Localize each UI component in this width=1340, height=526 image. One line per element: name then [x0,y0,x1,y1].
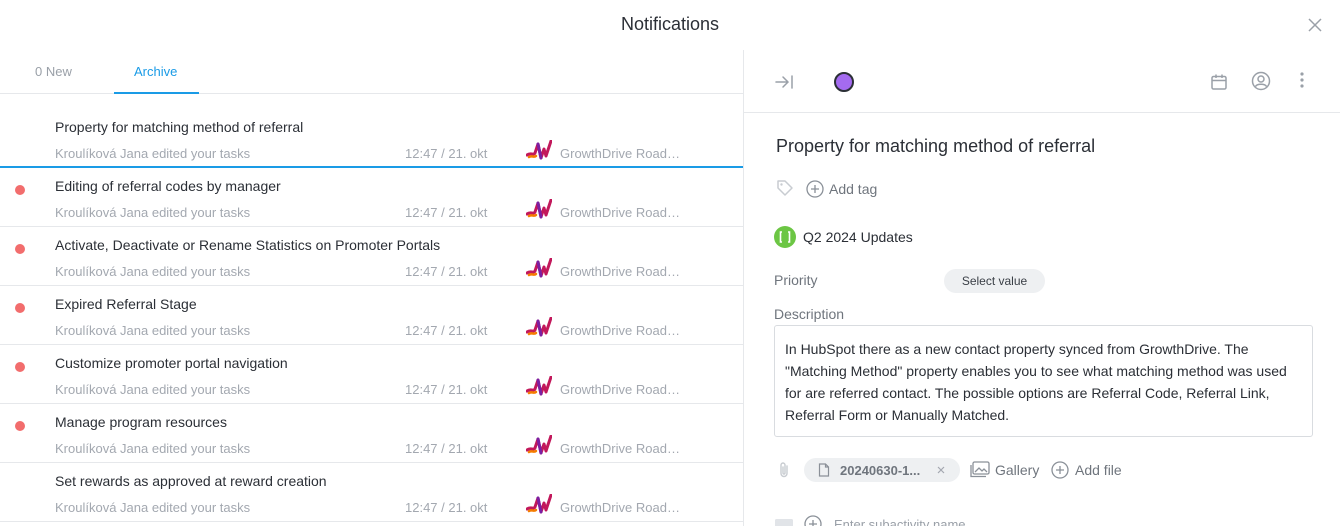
tab-bar: 0 New Archive [0,50,743,94]
paperclip-icon [780,462,788,478]
notification-time: 12:47 / 21. okt [405,146,488,161]
subactivity-icon [775,519,793,526]
notification-subtitle: Kroulíková Jana edited your tasks [55,146,251,161]
notification-subtitle: Kroulíková Jana edited your tasks [55,264,251,279]
notification-title: Set rewards as approved at reward creati… [55,473,327,489]
file-name: 20240630-1... [840,463,921,478]
notification-subtitle: Kroulíková Jana edited your tasks [55,382,251,397]
detail-toolbar [744,50,1340,113]
notification-row[interactable]: Activate, Deactivate or Rename Statistic… [0,227,743,286]
notification-project: GrowthDrive Roadmap [560,500,680,515]
notification-time: 12:47 / 21. okt [405,500,488,515]
subactivity-input[interactable]: Enter subactivity name [774,513,1174,526]
notification-project: GrowthDrive Roadmap [560,146,680,161]
close-icon[interactable] [1308,18,1322,32]
add-tag-label: Add tag [829,181,878,197]
tab-new[interactable]: 0 New [35,64,72,79]
more-options-icon[interactable] [1298,71,1306,89]
notification-row[interactable]: Property for matching method of referral… [0,109,743,168]
notification-row[interactable]: Customize promoter portal navigation Krou… [0,345,743,404]
task-title[interactable]: Property for matching method of referral [776,136,1095,157]
notification-time: 12:47 / 21. okt [405,382,488,397]
notification-title: Editing of referral codes by manager [55,178,281,194]
growthdrive-logo-icon [526,435,552,455]
file-attachment[interactable]: 20240630-1... [804,458,960,482]
notification-row[interactable]: Manage program resources Kroulíková Jana … [0,404,743,463]
notification-row[interactable]: Set rewards as approved at reward creati… [0,463,743,522]
notification-title: Expired Referral Stage [55,296,197,312]
project-name: Q2 2024 Updates [803,229,913,245]
notification-subtitle: Kroulíková Jana edited your tasks [55,205,251,220]
notification-row[interactable]: Editing of referral codes by manager Krou… [0,168,743,227]
tag-icon [777,180,793,196]
calendar-icon[interactable] [1210,73,1228,91]
file-icon [818,463,830,477]
notification-title: Activate, Deactivate or Rename Statistic… [55,237,441,253]
priority-label: Priority [774,272,818,288]
remove-file-icon[interactable] [937,466,945,474]
notification-project: GrowthDrive Roadmap [560,205,680,220]
priority-select[interactable]: Select value [944,269,1045,293]
notification-time: 12:47 / 21. okt [405,441,488,456]
unread-dot [15,185,25,195]
description-label: Description [774,306,845,322]
notification-project: GrowthDrive Roadmap [560,323,680,338]
project-icon [774,226,796,248]
growthdrive-logo-icon [526,199,552,219]
plus-circle-icon [1051,461,1069,479]
gallery-label: Gallery [995,462,1040,478]
plus-circle-icon [804,515,822,526]
growthdrive-logo-icon [526,140,552,160]
notification-title: Customize promoter portal navigation [55,355,288,371]
unread-dot [15,362,25,372]
add-file-label: Add file [1075,462,1122,478]
notification-time: 12:47 / 21. okt [405,264,488,279]
notification-title: Manage program resources [55,414,227,430]
notification-project: GrowthDrive Roadmap [560,382,680,397]
notification-subtitle: Kroulíková Jana edited your tasks [55,441,251,456]
growthdrive-logo-icon [526,317,552,337]
gallery-icon [970,461,990,478]
attachments-row: 20240630-1... Gallery Add file [774,458,1334,482]
growthdrive-logo-icon [526,494,552,514]
subactivity-placeholder: Enter subactivity name [834,517,966,526]
description-field[interactable]: In HubSpot there as a new contact proper… [774,325,1313,437]
growthdrive-logo-icon [526,258,552,278]
notification-project: GrowthDrive Roadmap [560,441,680,456]
unread-dot [15,244,25,254]
unread-dot [15,421,25,431]
unread-dot [15,303,25,313]
plus-circle-icon [806,180,824,198]
collapse-panel-icon[interactable] [774,74,794,90]
growthdrive-logo-icon [526,376,552,396]
notification-time: 12:47 / 21. okt [405,205,488,220]
assignee-icon[interactable] [1251,71,1271,91]
notification-title: Property for matching method of referral [55,119,304,135]
notification-project: GrowthDrive Roadmap [560,264,680,279]
tab-archive[interactable]: Archive [134,64,177,79]
modal-header: Notifications [0,0,1340,50]
active-tab-indicator [114,92,199,94]
notification-panel: 0 New Archive Property for matching meth… [0,50,743,526]
status-indicator[interactable] [834,72,854,92]
notification-subtitle: Kroulíková Jana edited your tasks [55,323,251,338]
modal-title: Notifications [620,14,720,34]
task-detail-panel: Property for matching method of referral… [744,50,1340,526]
notification-subtitle: Kroulíková Jana edited your tasks [55,500,251,515]
notification-time: 12:47 / 21. okt [405,323,488,338]
notification-row[interactable]: Expired Referral Stage Kroulíková Jana ed… [0,286,743,345]
